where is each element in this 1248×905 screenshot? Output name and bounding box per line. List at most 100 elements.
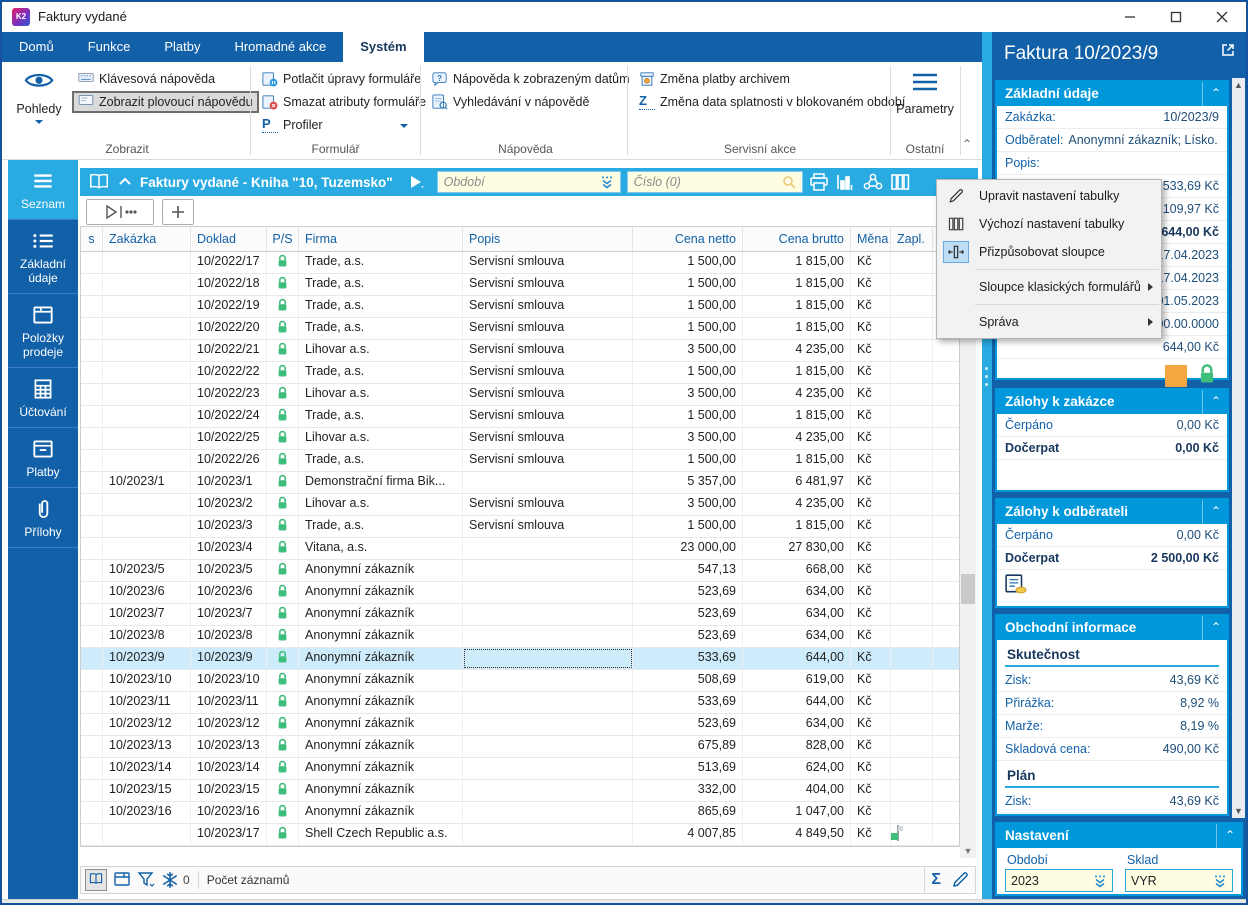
minimize-button[interactable] xyxy=(1107,2,1153,32)
cell-firma[interactable]: Trade, a.s. xyxy=(299,516,463,537)
cell-firma[interactable]: Anonymní zákazník xyxy=(299,670,463,691)
section-header[interactable]: Základní údaje ⌃ xyxy=(997,82,1227,106)
number-search-input[interactable]: Číslo (0) xyxy=(626,171,803,193)
cell-cena-brutto[interactable]: 828,00 xyxy=(743,736,851,757)
cell-zakazka[interactable]: 10/2023/9 xyxy=(103,648,191,669)
cell-mena[interactable]: Kč xyxy=(851,780,891,801)
cell-doklad[interactable]: 10/2022/23 xyxy=(191,384,267,405)
cell-cena-brutto[interactable]: 4 235,00 xyxy=(743,428,851,449)
cell-s[interactable] xyxy=(81,516,103,537)
cell-popis[interactable] xyxy=(463,780,633,801)
cell-zapl[interactable] xyxy=(891,758,933,779)
cell-zapl[interactable] xyxy=(891,340,933,361)
cell-zakazka[interactable] xyxy=(103,516,191,537)
cell-cena-netto[interactable]: 1 500,00 xyxy=(633,516,743,537)
cell-s[interactable] xyxy=(81,824,103,845)
cell-cena-brutto[interactable]: 644,00 xyxy=(743,692,851,713)
cell-cena-netto[interactable]: 4 007,85 xyxy=(633,824,743,845)
cell-mena[interactable]: Kč xyxy=(851,406,891,427)
keyboard-help-button[interactable]: Klávesová nápověda xyxy=(74,68,219,90)
column-header-mena[interactable]: Měna xyxy=(851,227,891,251)
cell-popis[interactable] xyxy=(463,736,633,757)
profiler-button[interactable]: P Profiler xyxy=(258,114,327,136)
cell-mena[interactable]: Kč xyxy=(851,340,891,361)
sidebar-item-uctovani[interactable]: Účtování xyxy=(8,368,78,428)
cell-mena[interactable]: Kč xyxy=(851,274,891,295)
cell-zakazka[interactable] xyxy=(103,538,191,559)
table-row[interactable]: 10/2022/22 Trade, a.s. Servisní smlouva 1 5… xyxy=(81,362,959,384)
cell-doklad[interactable]: 10/2023/17 xyxy=(191,824,267,845)
section-header[interactable]: Zálohy k zakázce ⌃ xyxy=(997,390,1227,414)
cell-firma[interactable]: Vitana, a.s. xyxy=(299,538,463,559)
table-row[interactable]: 10/2023/14 10/2023/14 Anonymní zákazník 513… xyxy=(81,758,959,780)
section-header[interactable]: Zálohy k odběrateli ⌃ xyxy=(997,500,1227,524)
menu-item-prizpusobovat-sloupce[interactable]: Přizpůsobovat sloupce xyxy=(937,238,1161,266)
cell-zapl[interactable] xyxy=(891,582,933,603)
table-row[interactable]: 10/2023/17 Shell Czech Republic a.s. 4 007… xyxy=(81,824,959,846)
maximize-button[interactable] xyxy=(1153,2,1199,32)
sidebar-item-polozky-prodeje[interactable]: Položky prodeje xyxy=(8,294,78,368)
search-icon[interactable] xyxy=(782,175,796,189)
cell-doklad[interactable]: 10/2023/7 xyxy=(191,604,267,625)
cell-cena-netto[interactable]: 3 500,00 xyxy=(633,494,743,515)
warehouse-combobox[interactable]: VYR xyxy=(1125,869,1233,892)
cell-zapl[interactable] xyxy=(891,604,933,625)
book-view-toggle[interactable] xyxy=(85,869,107,891)
cell-zapl[interactable] xyxy=(891,736,933,757)
cell-mena[interactable]: Kč xyxy=(851,296,891,317)
cell-cena-brutto[interactable]: 1 815,00 xyxy=(743,362,851,383)
table-row[interactable]: 10/2023/8 10/2023/8 Anonymní zákazník 523,6… xyxy=(81,626,959,648)
cell-zakazka[interactable] xyxy=(103,252,191,273)
cell-firma[interactable]: Demonstrační firma Bik... xyxy=(299,472,463,493)
cell-firma[interactable]: Trade, a.s. xyxy=(299,318,463,339)
cell-mena[interactable]: Kč xyxy=(851,494,891,515)
cell-zapl[interactable] xyxy=(891,824,933,845)
table-row[interactable]: 10/2023/16 10/2023/16 Anonymní zákazník 865… xyxy=(81,802,959,824)
pivot-icon[interactable] xyxy=(862,172,884,192)
cell-firma[interactable]: Anonymní zákazník xyxy=(299,582,463,603)
cell-zapl[interactable] xyxy=(891,802,933,823)
cell-cena-brutto[interactable]: 619,00 xyxy=(743,670,851,691)
cell-doklad[interactable]: 10/2022/26 xyxy=(191,450,267,471)
cell-s[interactable] xyxy=(81,406,103,427)
cell-s[interactable] xyxy=(81,604,103,625)
cell-doklad[interactable]: 10/2023/1 xyxy=(191,472,267,493)
cell-s[interactable] xyxy=(81,802,103,823)
cell-mena[interactable]: Kč xyxy=(851,560,891,581)
cell-firma[interactable]: Anonymní zákazník xyxy=(299,560,463,581)
cell-s[interactable] xyxy=(81,582,103,603)
cell-s[interactable] xyxy=(81,296,103,317)
cell-zakazka[interactable] xyxy=(103,428,191,449)
floating-help-toggle[interactable]: Zobrazit plovoucí nápovědu xyxy=(72,91,259,113)
cell-mena[interactable]: Kč xyxy=(851,472,891,493)
section-header[interactable]: Nastavení ⌃ xyxy=(997,824,1241,848)
cell-popis[interactable]: Servisní smlouva xyxy=(463,428,633,449)
cell-cena-netto[interactable]: 523,69 xyxy=(633,626,743,647)
cell-mena[interactable]: Kč xyxy=(851,318,891,339)
cell-cena-netto[interactable]: 3 500,00 xyxy=(633,384,743,405)
cell-doklad[interactable]: 10/2023/5 xyxy=(191,560,267,581)
cell-zapl[interactable] xyxy=(891,626,933,647)
cell-cena-netto[interactable]: 5 357,00 xyxy=(633,472,743,493)
cell-zakazka[interactable] xyxy=(103,384,191,405)
cell-zakazka[interactable]: 10/2023/5 xyxy=(103,560,191,581)
cell-zapl[interactable] xyxy=(891,450,933,471)
sidebar-item-prilohy[interactable]: Přílohy xyxy=(8,488,78,548)
add-record-button[interactable] xyxy=(162,199,194,225)
cell-cena-brutto[interactable]: 404,00 xyxy=(743,780,851,801)
cell-doklad[interactable]: 10/2022/19 xyxy=(191,296,267,317)
cell-s[interactable] xyxy=(81,670,103,691)
cell-popis[interactable] xyxy=(463,604,633,625)
table-row[interactable]: 10/2022/19 Trade, a.s. Servisní smlouva 1 5… xyxy=(81,296,959,318)
ribbon-tab-hromadne-akce[interactable]: Hromadné akce xyxy=(217,32,343,62)
cell-cena-netto[interactable]: 533,69 xyxy=(633,648,743,669)
table-row[interactable]: 10/2023/15 10/2023/15 Anonymní zákazník 332… xyxy=(81,780,959,802)
cell-zapl[interactable] xyxy=(891,538,933,559)
cell-s[interactable] xyxy=(81,538,103,559)
cell-cena-netto[interactable]: 1 500,00 xyxy=(633,274,743,295)
cell-doklad[interactable]: 10/2023/15 xyxy=(191,780,267,801)
column-header-cena-netto[interactable]: Cena netto xyxy=(633,227,743,251)
cell-mena[interactable]: Kč xyxy=(851,450,891,471)
cell-cena-netto[interactable]: 523,69 xyxy=(633,604,743,625)
cell-mena[interactable]: Kč xyxy=(851,802,891,823)
